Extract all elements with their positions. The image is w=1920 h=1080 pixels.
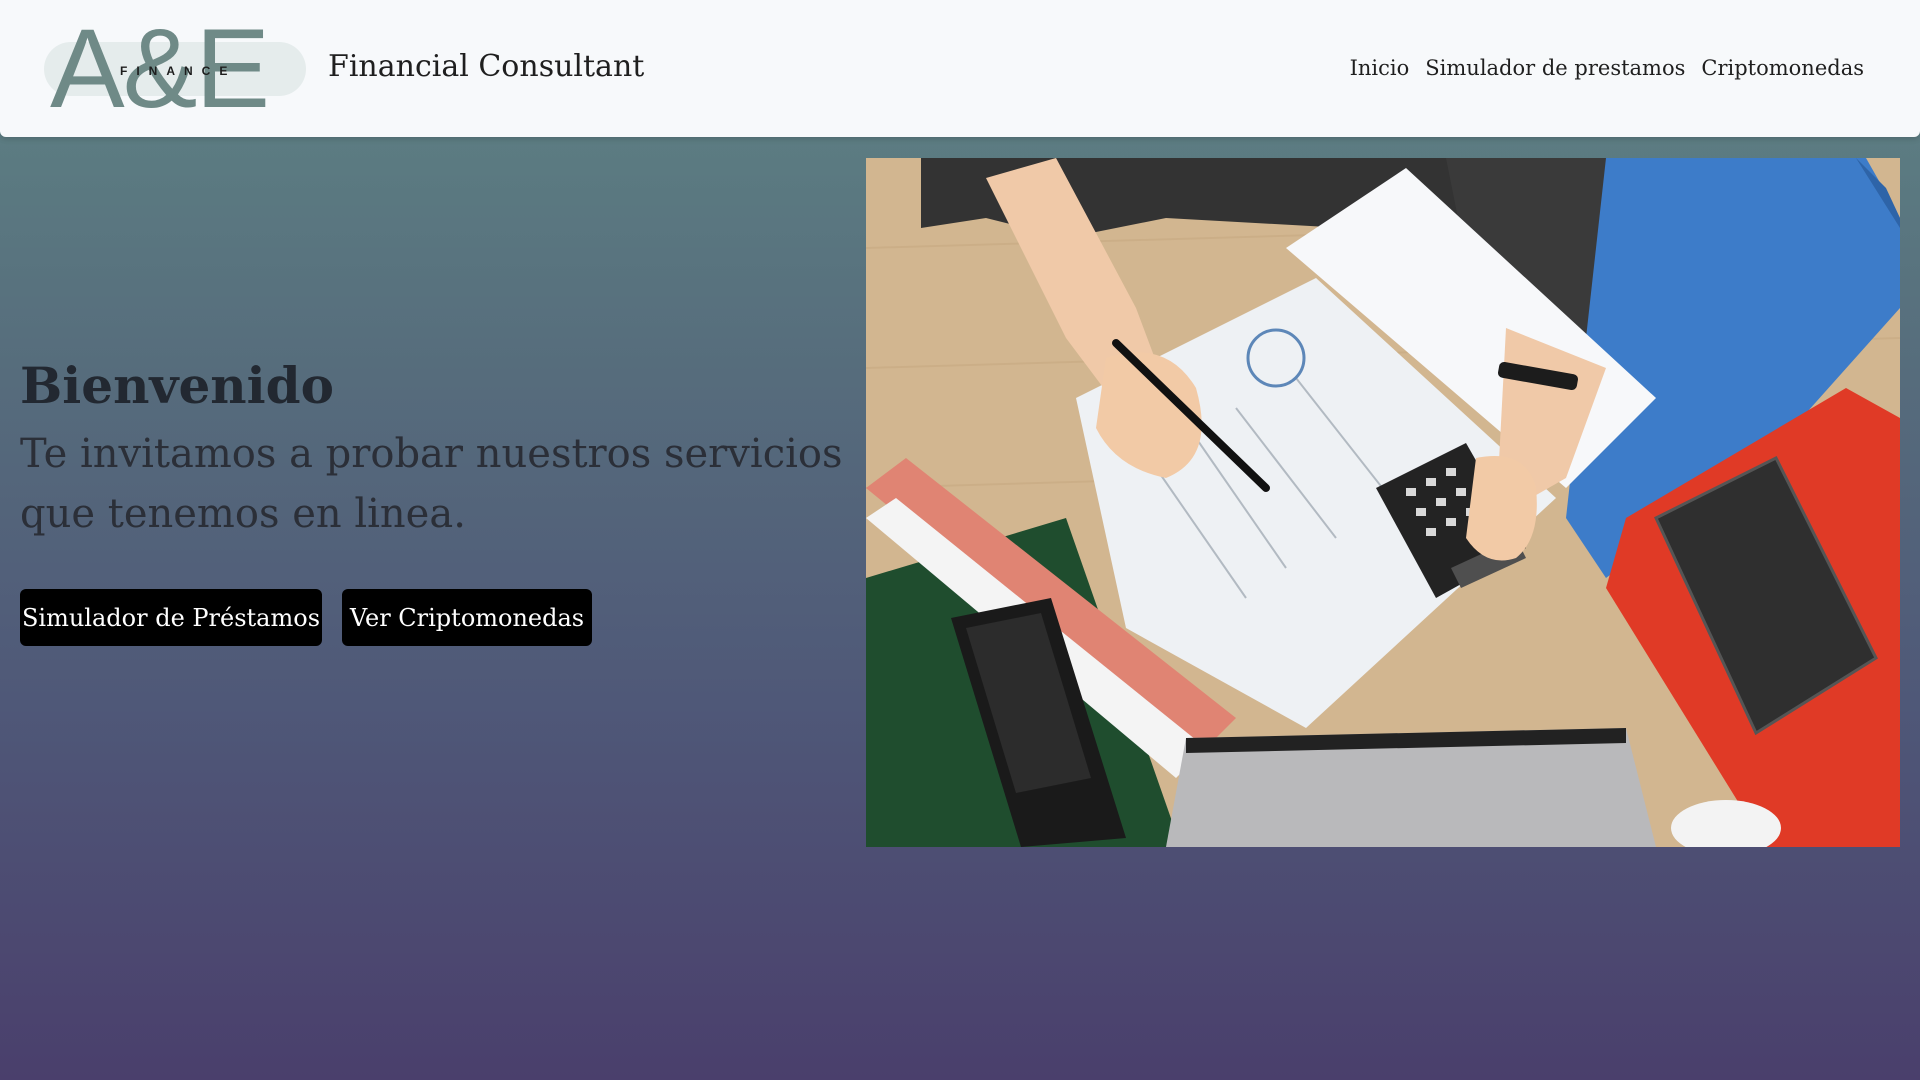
main-nav: Inicio Simulador de prestamos Criptomone… xyxy=(1350,56,1864,80)
desk-scene-illustration xyxy=(866,158,1900,847)
loan-simulator-button[interactable]: Simulador de Préstamos xyxy=(20,589,322,646)
view-crypto-button[interactable]: Ver Criptomonedas xyxy=(342,589,592,646)
nav-link-inicio[interactable]: Inicio xyxy=(1350,56,1410,80)
hero-title: Bienvenido xyxy=(20,356,334,415)
brand-logo[interactable]: A&E FINANCE xyxy=(44,13,306,125)
brand-name: Financial Consultant xyxy=(328,49,645,84)
hero-photo xyxy=(866,158,1900,847)
nav-link-simulador-prestamos[interactable]: Simulador de prestamos xyxy=(1425,56,1685,80)
logo-subtitle: FINANCE xyxy=(120,64,237,78)
hero-subtitle: Te invitamos a probar nuestros servicios… xyxy=(20,431,843,537)
top-navbar: A&E FINANCE Financial Consultant Inicio … xyxy=(0,0,1920,137)
nav-link-criptomonedas[interactable]: Criptomonedas xyxy=(1701,56,1864,80)
